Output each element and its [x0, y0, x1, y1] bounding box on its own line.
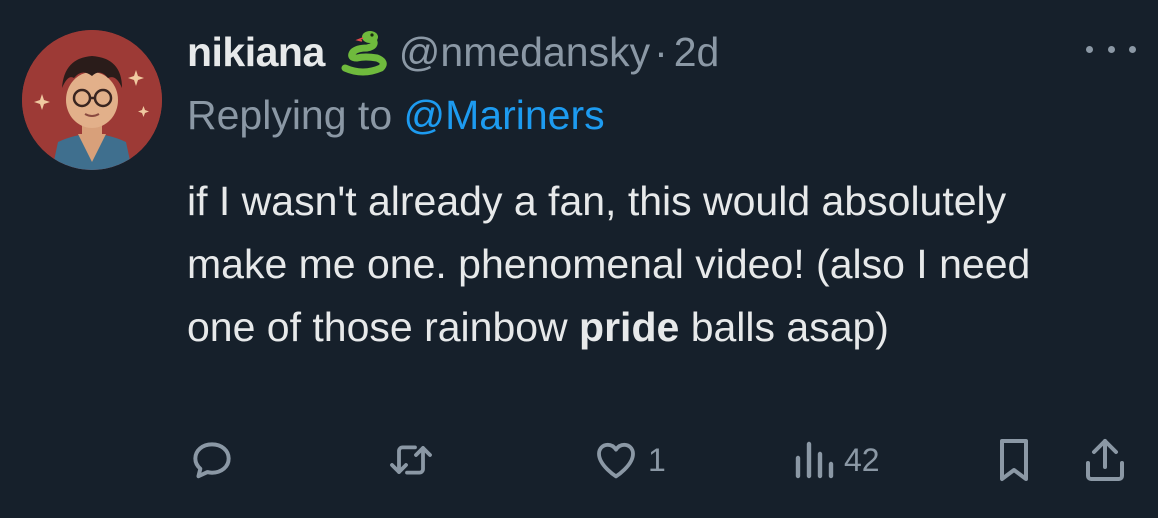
- avatar[interactable]: [22, 30, 162, 170]
- bookmark-icon: [1000, 439, 1028, 481]
- tweet-text-part2: balls asap): [679, 304, 889, 350]
- heart-icon: [597, 442, 635, 479]
- action-bar: 1 42: [0, 430, 1158, 490]
- separator-dot: ·: [654, 28, 668, 75]
- replying-to-mention[interactable]: @Mariners: [404, 92, 605, 138]
- views-button[interactable]: 42: [792, 430, 880, 490]
- more-options-icon[interactable]: [1086, 34, 1136, 64]
- snake-icon: [337, 28, 389, 76]
- reply-icon: [193, 442, 231, 479]
- bookmark-button[interactable]: [994, 430, 1034, 490]
- retweet-icon: [390, 445, 432, 475]
- replying-to-label: Replying to: [187, 92, 404, 138]
- tweet-text-bold: pride: [579, 304, 680, 350]
- like-count: 1: [648, 441, 666, 478]
- avatar-illustration: [22, 30, 162, 170]
- tweet-text: if I wasn't already a fan, this would ab…: [187, 170, 1087, 359]
- timestamp[interactable]: 2d: [674, 29, 720, 76]
- tweet-header: nikiana @nmedansky · 2d: [187, 26, 719, 78]
- like-button[interactable]: 1: [592, 430, 666, 490]
- share-icon: [1086, 439, 1124, 481]
- share-button[interactable]: [1082, 430, 1128, 490]
- views-icon: [795, 441, 834, 479]
- reply-button[interactable]: [187, 430, 237, 490]
- views-count: 42: [844, 441, 880, 478]
- user-handle[interactable]: @nmedansky: [399, 29, 650, 76]
- display-name[interactable]: nikiana: [187, 29, 325, 76]
- replying-to-line: Replying to @Mariners: [187, 92, 605, 139]
- retweet-button[interactable]: [385, 430, 437, 490]
